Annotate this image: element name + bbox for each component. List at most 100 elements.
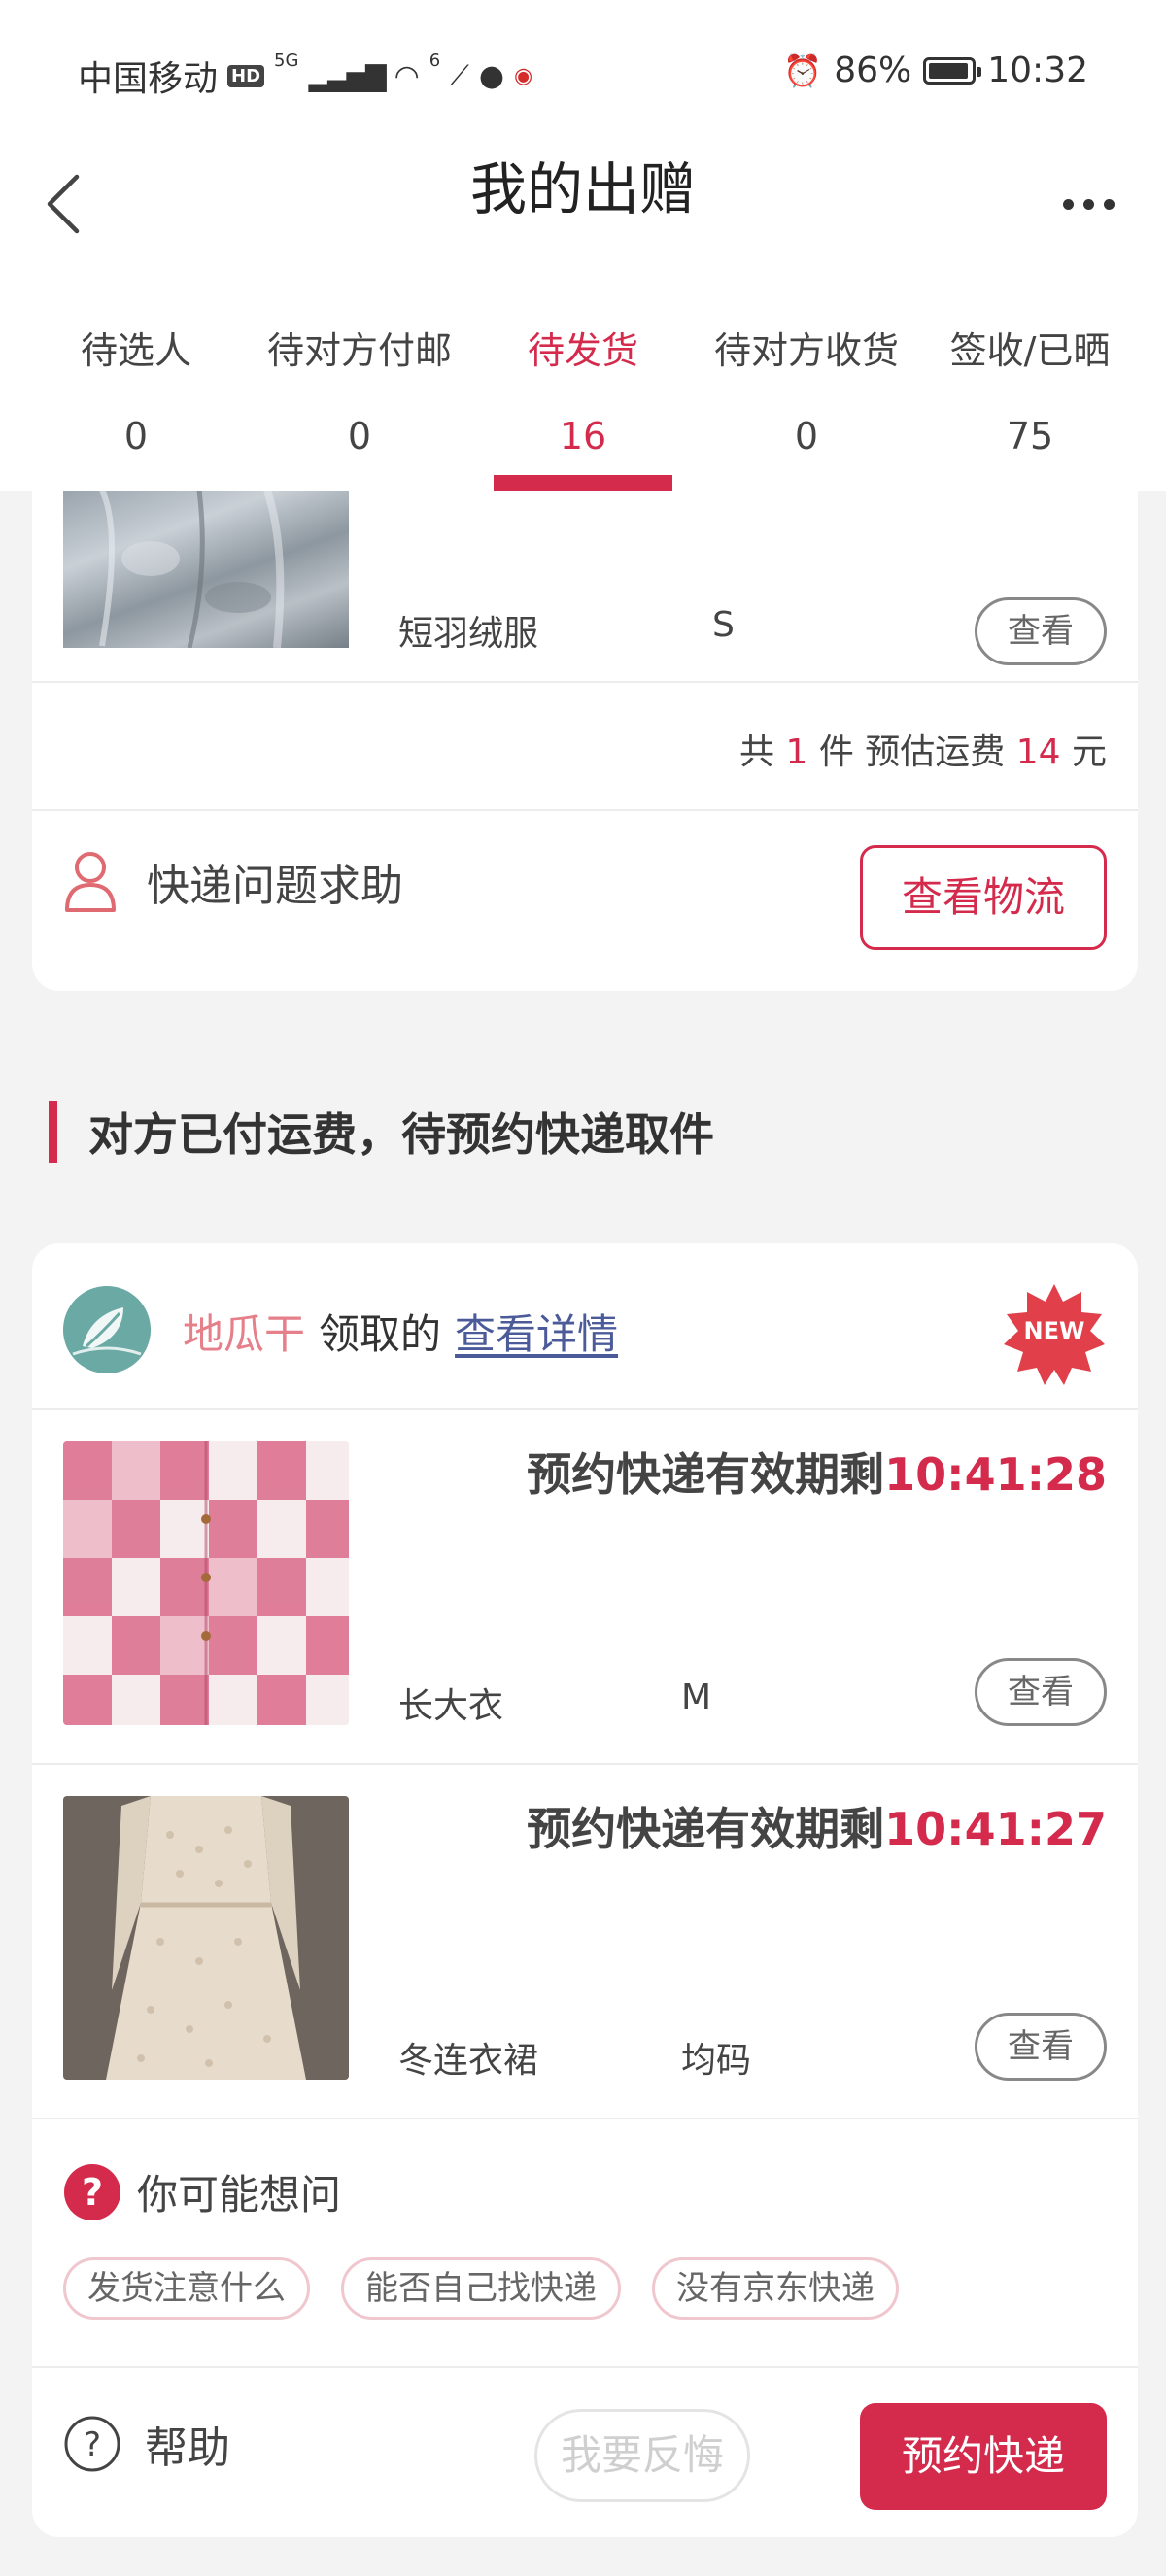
more-dot-icon bbox=[1062, 198, 1074, 210]
order-summary: 共 1 件 预估运费 14 元 bbox=[32, 683, 1138, 811]
countdown-label: 预约快递有效期剩 bbox=[527, 1803, 885, 1855]
hd-badge: HD bbox=[227, 64, 265, 87]
network-type: 5G bbox=[274, 51, 299, 71]
view-item-button[interactable]: 查看 bbox=[975, 597, 1107, 665]
jacket-image bbox=[99, 491, 285, 648]
view-logistics-button[interactable]: 查看物流 bbox=[860, 845, 1107, 950]
item-size: 均码 bbox=[681, 2041, 752, 2081]
section-title: 对方已付运费，待预约快递取件 bbox=[88, 1108, 714, 1161]
faq-chips: 发货注意什么 能否自己找快递 没有京东快递 bbox=[63, 2257, 930, 2320]
clock-time: 10:32 bbox=[987, 51, 1088, 90]
section-accent-bar bbox=[49, 1101, 57, 1163]
item-photo-winter-dress[interactable] bbox=[63, 1796, 349, 2080]
item-size: S bbox=[712, 605, 735, 645]
order-actions: 快递问题求助 查看物流 bbox=[32, 811, 1138, 989]
plaid-coat-image bbox=[63, 1441, 349, 1725]
tab-count: 0 bbox=[347, 415, 372, 458]
book-courier-button[interactable]: 预约快递 bbox=[860, 2403, 1107, 2510]
tab-count: 16 bbox=[559, 415, 607, 458]
regret-button[interactable]: 我要反悔 bbox=[534, 2409, 750, 2502]
section-heading: 对方已付运费，待预约快递取件 bbox=[49, 1098, 714, 1166]
item-name: 冬连衣裙 bbox=[398, 2041, 539, 2081]
svg-text:?: ? bbox=[82, 2171, 103, 2214]
faq-title: 你可能想问 bbox=[137, 2171, 342, 2219]
order-card: 短羽绒服 S 查看 共 1 件 预估运费 14 元 快递问题求助 查看物流 bbox=[32, 491, 1138, 991]
item-name: 短羽绒服 bbox=[398, 614, 539, 654]
wechat-icon: ● bbox=[478, 58, 505, 93]
countdown-label: 预约快递有效期剩 bbox=[527, 1448, 885, 1501]
receiver-avatar[interactable] bbox=[63, 1286, 151, 1373]
person-icon bbox=[65, 852, 116, 912]
status-bar: 中国移动 HD 5G ▂▃▅▇ ◠ 6 ⟋ ● ◉ ⏰ 86% 10:32 bbox=[0, 0, 1166, 146]
claimed-text: 领取的 bbox=[319, 1310, 442, 1358]
view-item-button[interactable]: 查看 bbox=[975, 2013, 1107, 2081]
faq-section: ? 你可能想问 发货注意什么 能否自己找快递 没有京东快递 bbox=[32, 2119, 1138, 2368]
alarm-icon: ⏰ bbox=[783, 51, 823, 89]
receiver-name[interactable]: 地瓜干 bbox=[183, 1302, 305, 1361]
more-dot-icon bbox=[1103, 198, 1115, 210]
new-badge: NEW bbox=[1002, 1282, 1107, 1387]
faq-chip[interactable]: 没有京东快递 bbox=[652, 2257, 899, 2320]
tab-count: 75 bbox=[1006, 415, 1054, 458]
item-name: 长大衣 bbox=[398, 1686, 504, 1726]
tab-label: 待选人 bbox=[80, 329, 191, 372]
tab-received-shared[interactable]: 签收/已晒 75 bbox=[918, 272, 1142, 491]
tab-count: 0 bbox=[123, 415, 149, 458]
more-dot-icon bbox=[1082, 198, 1094, 210]
battery-icon bbox=[923, 56, 982, 85]
tab-pending-receipt[interactable]: 待对方收货 0 bbox=[695, 272, 918, 491]
page-title: 我的出赠 bbox=[469, 156, 696, 222]
courier-help-label: 快递问题求助 bbox=[147, 862, 403, 911]
tab-count: 0 bbox=[794, 415, 819, 458]
help-link[interactable]: ? 帮助 bbox=[63, 2413, 230, 2475]
item-row: 短羽绒服 S 查看 bbox=[32, 491, 1138, 683]
wifi-index: 6 bbox=[429, 51, 441, 71]
battery-percent: 86% bbox=[834, 51, 912, 90]
receiver-line: 地瓜干 领取的 查看详情 bbox=[183, 1302, 618, 1361]
countdown-time: 10:41:27 bbox=[884, 1803, 1107, 1855]
wifi-icon: ◠ bbox=[394, 58, 420, 93]
view-item-button[interactable]: 查看 bbox=[975, 1658, 1107, 1726]
booking-countdown: 预约快递有效期剩10:41:28 bbox=[527, 1440, 1107, 1504]
tab-pending-select[interactable]: 待选人 0 bbox=[24, 272, 248, 491]
carrier-name: 中国移动 bbox=[78, 59, 219, 99]
item-row: 预约快递有效期剩10:41:28 长大衣 M 查看 bbox=[32, 1410, 1138, 1765]
faq-header: ? 你可能想问 bbox=[63, 2162, 341, 2221]
summary-mid: 件 预估运费 bbox=[818, 732, 1006, 772]
signal-icon: ▂▃▅▇ bbox=[308, 59, 386, 92]
fee-unit: 元 bbox=[1071, 732, 1107, 772]
svg-text:?: ? bbox=[84, 2425, 101, 2464]
tab-pending-postage[interactable]: 待对方付邮 0 bbox=[248, 272, 471, 491]
active-tab-indicator bbox=[494, 475, 672, 491]
more-options-button[interactable] bbox=[1049, 175, 1127, 233]
tab-pending-shipment[interactable]: 待发货 16 bbox=[471, 272, 695, 491]
shipping-fee: 14 bbox=[1015, 732, 1061, 772]
order-card: 地瓜干 领取的 查看详情 NEW 预约快递有效期剩10:41:28 长大衣 M … bbox=[32, 1243, 1138, 2537]
faq-chip[interactable]: 能否自己找快递 bbox=[341, 2257, 621, 2320]
tab-label: 待对方收货 bbox=[713, 329, 899, 372]
item-photo-long-coat[interactable] bbox=[63, 1441, 349, 1725]
item-photo-down-jacket[interactable] bbox=[63, 491, 349, 648]
faq-chip[interactable]: 发货注意什么 bbox=[63, 2257, 310, 2320]
tab-label: 签收/已晒 bbox=[949, 329, 1111, 372]
view-details-link[interactable]: 查看详情 bbox=[455, 1302, 618, 1361]
weibo-icon: ◉ bbox=[514, 63, 533, 88]
nav-bar: 我的出赠 bbox=[0, 146, 1166, 272]
booking-countdown: 预约快递有效期剩10:41:27 bbox=[527, 1794, 1107, 1858]
order-footer: ? 帮助 我要反悔 预约快递 bbox=[32, 2368, 1138, 2531]
help-circle-icon: ? bbox=[64, 2416, 120, 2472]
tab-label: 待对方付邮 bbox=[266, 329, 452, 372]
leaf-avatar-icon bbox=[63, 1286, 151, 1373]
item-row: 预约快递有效期剩10:41:27 冬连衣裙 均码 查看 bbox=[32, 1765, 1138, 2119]
countdown-time: 10:41:28 bbox=[884, 1448, 1107, 1501]
new-badge-label: NEW bbox=[1023, 1317, 1085, 1344]
help-label: 帮助 bbox=[145, 2423, 230, 2473]
tab-label: 待发货 bbox=[527, 329, 638, 372]
summary-count: 1 bbox=[785, 732, 808, 772]
courier-help-link[interactable]: 快递问题求助 bbox=[63, 850, 403, 914]
link-icon: ⟋ bbox=[450, 59, 469, 91]
status-tabs: 待选人 0 待对方付邮 0 待发货 16 待对方收货 0 签收/已晒 75 bbox=[0, 272, 1166, 491]
question-mark-icon: ? bbox=[64, 2163, 120, 2220]
lace-dress-image bbox=[63, 1796, 349, 2080]
order-header: 地瓜干 领取的 查看详情 NEW bbox=[32, 1243, 1138, 1410]
